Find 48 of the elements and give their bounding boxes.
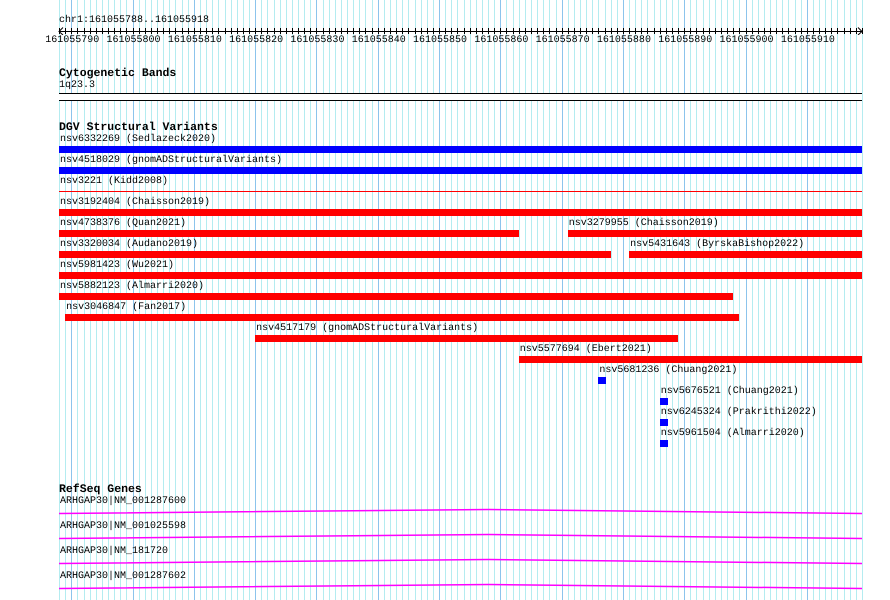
ruler-tick-label: 161055910 <box>780 35 835 47</box>
variant-bar[interactable] <box>598 377 606 384</box>
transcript-label: ARHGAP30|NM_001287600 <box>60 496 186 507</box>
variant-label: nsv3279955 (Chaisson2019) <box>568 218 719 230</box>
ruler-tick-label: 161055820 <box>229 35 284 47</box>
variant-label: nsv4517179 (gnomADStructuralVariants) <box>256 323 478 335</box>
ruler-tick-label: 161055840 <box>352 35 406 47</box>
variant-bar[interactable] <box>660 419 668 426</box>
ruler-tick-label: 161055790 <box>45 35 100 47</box>
ruler-tick-label: 161055890 <box>658 35 712 47</box>
ruler-tick-label: 161055810 <box>168 35 222 47</box>
ruler-tick-label: 161055850 <box>413 35 468 47</box>
variant-label: nsv3221 (Kidd2008) <box>60 176 168 188</box>
variant-label: nsv5577694 (Ebert2021) <box>520 344 652 356</box>
transcript-label: ARHGAP30|NM_181720 <box>60 546 168 557</box>
transcript-line[interactable] <box>59 534 862 540</box>
variant-label: nsv4518029 (gnomADStructuralVariants) <box>60 155 282 167</box>
ruler-tick-label: 161055860 <box>474 35 528 47</box>
transcript-label: ARHGAP30|NM_001025598 <box>60 521 186 532</box>
variant-label: nsv4738376 (Quan2021) <box>60 218 186 230</box>
variant-label: nsv3192404 (Chaisson2019) <box>60 197 210 209</box>
variant-label: nsv5431643 (ByrskaBishop2022) <box>630 239 804 251</box>
track-title: RefSeq Genes <box>59 483 142 496</box>
ruler-tick-label: 161055880 <box>596 35 651 47</box>
variant-label: nsv6332269 (Sedlazeck2020) <box>60 134 216 146</box>
variant-label: nsv5961504 (Almarri2020) <box>660 428 805 440</box>
variant-label: nsv5676521 (Chuang2021) <box>660 386 799 398</box>
variant-label: nsv5981423 (Wu2021) <box>60 260 174 272</box>
variant-bar[interactable] <box>660 440 668 447</box>
band-label: 1q23.3 <box>59 80 96 91</box>
variant-label: nsv3320034 (Audano2019) <box>60 239 198 251</box>
track-title: DGV Structural Variants <box>59 121 218 134</box>
variant-bar[interactable] <box>660 398 668 405</box>
variant-label: nsv5882123 (Almarri2020) <box>60 281 204 293</box>
variant-label: nsv3046847 (Fan2017) <box>66 302 186 314</box>
transcript-line[interactable] <box>59 584 862 590</box>
ruler-tick-label: 161055900 <box>720 35 774 47</box>
variant-label: nsv5681236 (Chuang2021) <box>599 365 738 377</box>
ruler-tick-label: 161055870 <box>536 35 590 47</box>
transcript-label: ARHGAP30|NM_001287602 <box>60 571 186 582</box>
ruler-title: chr1:161055788..161055918 <box>59 15 210 26</box>
variant-label: nsv6245324 (Prakrithi2022) <box>660 407 817 419</box>
transcript-line[interactable] <box>59 558 862 564</box>
ruler-tick-label: 161055800 <box>106 35 161 47</box>
ruler-tick-label: 161055830 <box>290 35 344 47</box>
variant-line[interactable] <box>59 191 862 192</box>
transcript-line[interactable] <box>59 508 862 514</box>
track-title: Cytogenetic Bands <box>59 67 176 80</box>
